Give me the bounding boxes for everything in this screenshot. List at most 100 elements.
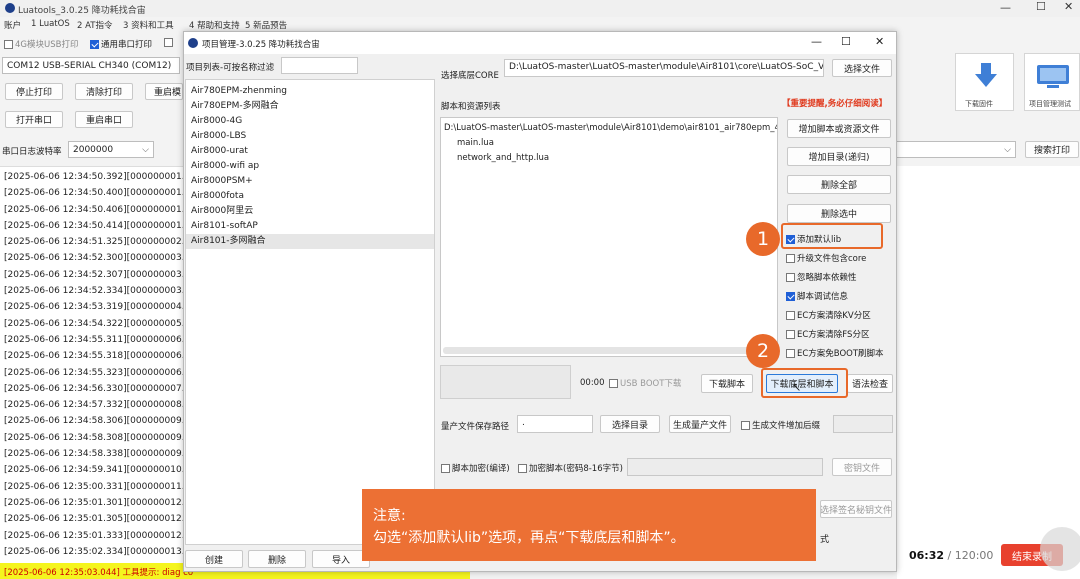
- encrypt-pwd-input[interactable]: [627, 458, 823, 476]
- opt-debug-info[interactable]: 脚本调试信息: [786, 290, 848, 302]
- dialog-maximize-icon[interactable]: ☐: [841, 35, 851, 48]
- dialog-minimize-icon[interactable]: —: [811, 35, 822, 48]
- encrypt-check[interactable]: 脚本加密(编译): [441, 462, 510, 474]
- checkbox-box: [786, 330, 795, 339]
- core-path-value: D:\LuatOS-master\LuatOS-master\module\Ai…: [509, 62, 824, 72]
- select-dir-button[interactable]: 选择目录: [600, 415, 660, 433]
- opt-no-boot[interactable]: EC方案免BOOT刷脚本: [786, 347, 884, 359]
- menu-at[interactable]: 2 AT指令: [77, 19, 112, 31]
- project-item[interactable]: Air8101-softAP: [186, 219, 434, 234]
- menu-new-products[interactable]: 5 新品预告: [245, 19, 287, 31]
- checkbox-box: [786, 292, 795, 301]
- menu-luatos[interactable]: 1 LuatOS: [31, 19, 70, 29]
- checkbox-box: [518, 464, 527, 473]
- project-item[interactable]: Air8000-4G: [186, 114, 434, 129]
- project-item[interactable]: Air8000-wifi ap: [186, 159, 434, 174]
- select-core-file-button[interactable]: 选择文件: [832, 59, 892, 77]
- check-4g-usb[interactable]: 4G模块USB打印: [4, 38, 78, 50]
- monitor-icon: [1037, 65, 1069, 88]
- opt-clear-fs[interactable]: EC方案清除FS分区: [786, 328, 869, 340]
- opt-ignore-deps[interactable]: 忽略脚本依赖性: [786, 271, 857, 283]
- stop-print-button[interactable]: 停止打印: [5, 83, 63, 100]
- usb-boot-check[interactable]: USB BOOT下载: [609, 377, 681, 389]
- right-search-select[interactable]: ⌵: [896, 141, 1016, 158]
- recording-elapsed: 06:32: [909, 549, 945, 562]
- opt-clear-kv[interactable]: EC方案清除KV分区: [786, 309, 871, 321]
- log-line: [2025-06-06 12:35:01.301][000000012.221]: [4, 497, 183, 508]
- floating-circle[interactable]: [1040, 527, 1080, 571]
- marker-2-label: 2: [756, 340, 770, 362]
- project-items: Air780EPM-zhenming Air780EPM-多网融合 Air8000-…: [186, 80, 434, 249]
- project-filter-input[interactable]: [281, 57, 358, 74]
- open-port-button[interactable]: 打开串口: [5, 111, 63, 128]
- download-script-button[interactable]: 下载脚本: [701, 374, 753, 393]
- time-display: 00:00: [580, 378, 605, 388]
- scripts-list[interactable]: D:\LuatOS-master\LuatOS-master\module\Ai…: [440, 117, 778, 357]
- log-line: [2025-06-06 12:34:55.311][000000006.221]: [4, 334, 183, 345]
- checkbox-box: [786, 273, 795, 282]
- download-firmware-tile[interactable]: 下载固件: [955, 53, 1014, 111]
- checkbox-box: [609, 379, 618, 388]
- script-main-lua[interactable]: main.lua: [457, 138, 494, 148]
- log-line: [2025-06-06 12:34:50.392][000000001.208]: [4, 172, 183, 182]
- close-icon[interactable]: ✕: [1064, 0, 1073, 13]
- script-network-http[interactable]: network_and_http.lua: [457, 153, 549, 163]
- add-script-button[interactable]: 增加脚本或资源文件: [787, 119, 891, 138]
- script-dir[interactable]: D:\LuatOS-master\LuatOS-master\module\Ai…: [444, 123, 777, 133]
- marker-1: 1: [746, 222, 780, 256]
- suffix-input[interactable]: [833, 415, 893, 433]
- encrypt-pwd-check[interactable]: 加密脚本(密码8-16字节): [518, 462, 623, 474]
- checkbox-box: [786, 349, 795, 358]
- delete-all-button[interactable]: 删除全部: [787, 175, 891, 194]
- project-item[interactable]: Air8000-LBS: [186, 129, 434, 144]
- project-item[interactable]: Air8000PSM+: [186, 174, 434, 189]
- delete-selected-button[interactable]: 删除选中: [787, 204, 891, 223]
- gen-mass-button[interactable]: 生成量产文件: [669, 415, 731, 433]
- encrypt-pwd-label: 加密脚本(密码8-16字节): [529, 464, 623, 474]
- log-line: [2025-06-06 12:34:56.330][000000007.244]: [4, 383, 183, 394]
- com-port-value: COM12 USB-SERIAL CH340 (COM12): [7, 61, 172, 71]
- log-line: [2025-06-06 12:34:54.322][000000005.242]: [4, 318, 183, 329]
- menu-account[interactable]: 账户: [4, 19, 21, 31]
- maximize-icon[interactable]: ☐: [1036, 0, 1046, 13]
- log-panel[interactable]: [2025-06-06 12:34:50.392][000000001.208]…: [0, 166, 183, 564]
- syntax-check-button[interactable]: 语法检查: [847, 374, 893, 393]
- log-line: [2025-06-06 12:34:53.319][000000004.241]: [4, 302, 183, 313]
- log-line: [2025-06-06 12:34:52.300][000000003.221]: [4, 253, 183, 264]
- project-list[interactable]: Air780EPM-zhenming Air780EPM-多网融合 Air8000-…: [185, 79, 435, 545]
- check-third[interactable]: [164, 38, 175, 48]
- log-line: [2025-06-06 12:34:57.332][000000008.245]: [4, 400, 183, 411]
- dialog-close-icon[interactable]: ✕: [875, 35, 884, 48]
- checkbox-box: [4, 40, 13, 49]
- opt-include-core[interactable]: 升级文件包含core: [786, 252, 866, 264]
- clear-print-button[interactable]: 清除打印: [75, 83, 133, 100]
- mass-path-input[interactable]: .: [517, 415, 593, 433]
- restart-port-button[interactable]: 重启串口: [75, 111, 133, 128]
- gen-suffix-check[interactable]: 生成文件增加后缀: [741, 419, 820, 431]
- check-serial-print[interactable]: 通用串口打印: [90, 38, 152, 50]
- restart-module-button[interactable]: 重启模: [145, 83, 183, 100]
- project-item[interactable]: Air780EPM-zhenming: [186, 84, 434, 99]
- project-test-tile[interactable]: 项目管理测试: [1024, 53, 1080, 111]
- project-item[interactable]: Air8000fota: [186, 189, 434, 204]
- com-port-select[interactable]: COM12 USB-SERIAL CH340 (COM12): [2, 57, 180, 74]
- key-file-button[interactable]: 密钥文件: [832, 458, 892, 476]
- sign-key-button[interactable]: 选择签名秘钥文件: [820, 500, 892, 518]
- core-path-input[interactable]: D:\LuatOS-master\LuatOS-master\module\Ai…: [504, 59, 824, 77]
- scripts-scrollbar[interactable]: [443, 347, 775, 354]
- gen-suffix-label: 生成文件增加后缀: [752, 421, 821, 431]
- menu-help[interactable]: 4 帮助和支持: [189, 19, 240, 31]
- warning-link[interactable]: 【重要提醒,务必仔细阅读】: [782, 97, 887, 109]
- project-item[interactable]: Air8101-多网融合: [186, 234, 434, 249]
- create-project-button[interactable]: 创建: [185, 550, 243, 568]
- project-item[interactable]: Air780EPM-多网融合: [186, 99, 434, 114]
- search-print-button[interactable]: 搜索打印: [1025, 141, 1079, 158]
- project-item[interactable]: Air8000阿里云: [186, 204, 434, 219]
- mass-path-label: 量产文件保存路径: [441, 422, 510, 432]
- menu-tools[interactable]: 3 资料和工具: [123, 19, 174, 31]
- minimize-icon[interactable]: —: [1000, 1, 1011, 14]
- project-item[interactable]: Air8000-urat: [186, 144, 434, 159]
- baud-select[interactable]: 2000000 ⌵: [68, 141, 154, 158]
- add-dir-button[interactable]: 增加目录(递归): [787, 147, 891, 166]
- delete-project-button[interactable]: 删除: [248, 550, 306, 568]
